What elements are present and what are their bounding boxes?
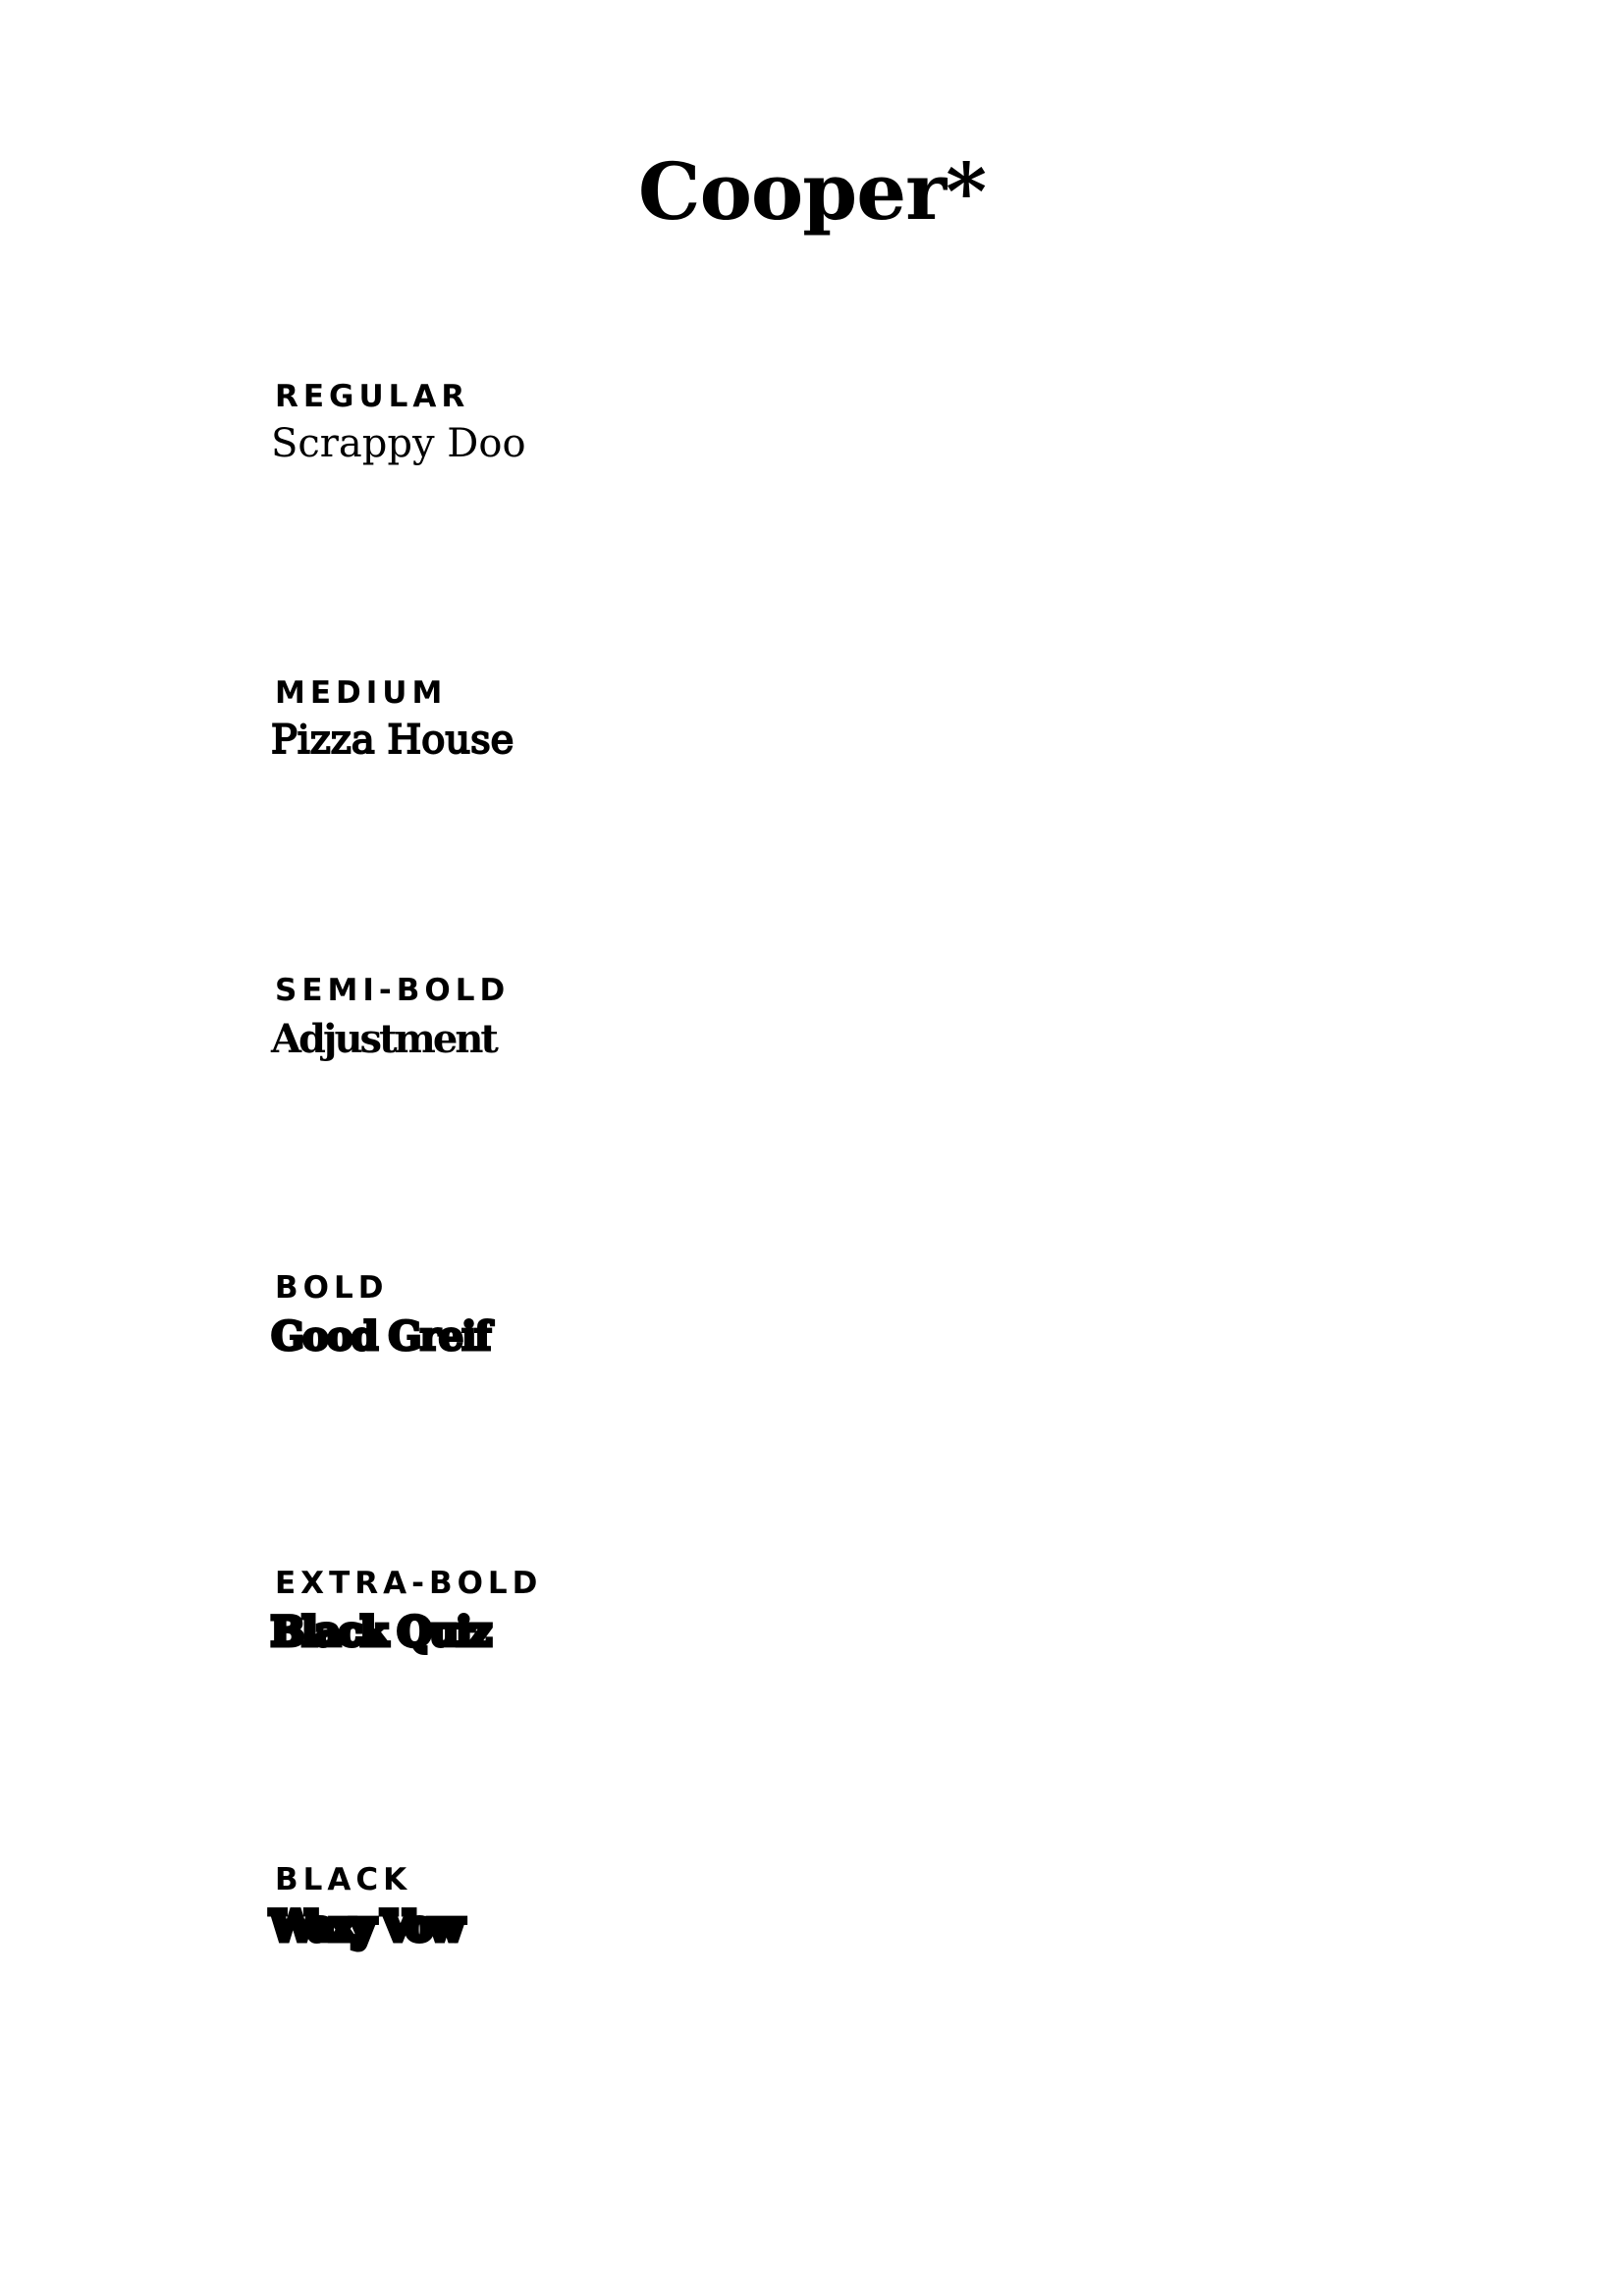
specimen-regular: REGULAR Scrappy Doo bbox=[271, 379, 1375, 463]
specimen-extra-bold: EXTRA-BOLD Black Quiz bbox=[269, 1566, 1375, 1654]
weight-label: MEDIUM bbox=[275, 675, 448, 711]
sample-text: Adjustment bbox=[271, 1016, 499, 1062]
weight-label: BOLD bbox=[275, 1270, 389, 1306]
sample-text: Pizza House bbox=[270, 718, 514, 763]
sample-text: Good Greif bbox=[270, 1313, 494, 1360]
weight-label: BLACK bbox=[275, 1862, 412, 1897]
specimen-semi-bold: SEMI-BOLD Adjustment bbox=[271, 973, 1375, 1059]
weight-label: REGULAR bbox=[275, 379, 470, 414]
specimen-bold: BOLD Good Greif bbox=[270, 1270, 1375, 1358]
specimen-black: BLACK Waxy Vow bbox=[268, 1862, 1375, 1949]
page-title: Cooper* bbox=[637, 145, 987, 238]
weight-label: EXTRA-BOLD bbox=[275, 1566, 543, 1601]
specimen-medium: MEDIUM Pizza House bbox=[270, 675, 1375, 761]
sample-text: Scrappy Doo bbox=[271, 421, 526, 466]
sample-text: Waxy Vow bbox=[268, 1903, 467, 1949]
weight-label: SEMI-BOLD bbox=[275, 973, 511, 1008]
sample-text: Black Quiz bbox=[269, 1609, 495, 1655]
